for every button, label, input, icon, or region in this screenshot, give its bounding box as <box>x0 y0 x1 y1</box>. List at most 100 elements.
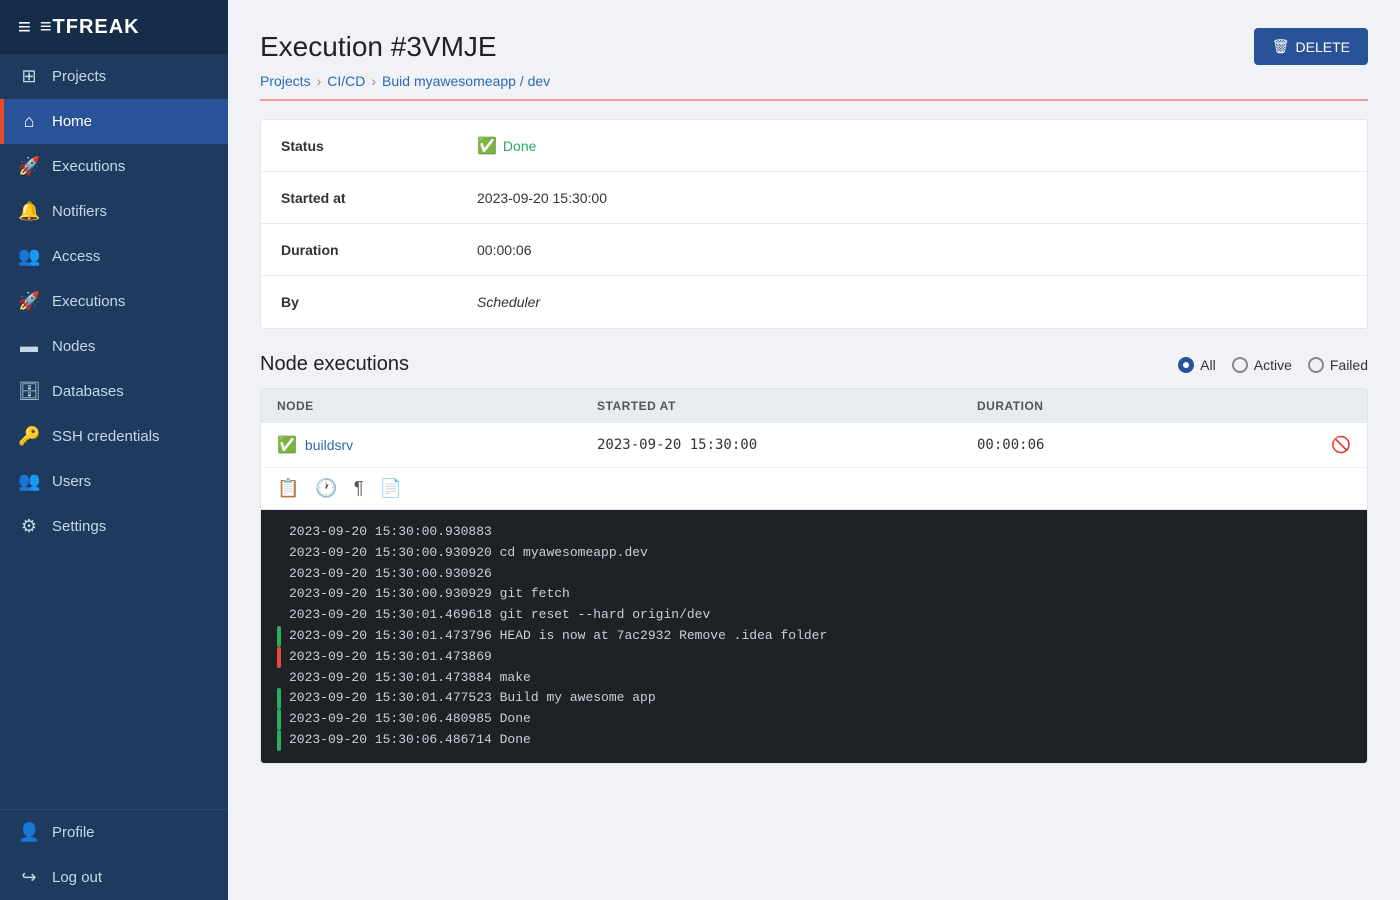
by-value: Scheduler <box>461 280 1367 324</box>
delete-label: DELETE <box>1296 39 1350 55</box>
status-done: ✅ Done <box>477 136 536 156</box>
radio-failed[interactable] <box>1308 357 1324 373</box>
node-done-icon: ✅ <box>277 435 297 455</box>
node-actions: 🚫 <box>1301 435 1351 455</box>
node-table: NODE STARTED AT DURATION ✅ buildsrv 2023… <box>260 388 1368 764</box>
sidebar-item-users[interactable]: 👥 Users <box>0 459 228 504</box>
log-text: 2023-09-20 15:30:00.930929 git fetch <box>289 584 570 605</box>
sidebar-item-settings[interactable]: ⚙ Settings <box>0 504 228 549</box>
sidebar-item-nodes[interactable]: ▬ Nodes <box>0 324 228 369</box>
breadcrumb-divider <box>260 99 1368 101</box>
sidebar-bottom: 👤 Profile ↪ Log out <box>0 809 228 900</box>
sidebar-item-label: Notifiers <box>52 203 107 220</box>
log-text: 2023-09-20 15:30:01.469618 git reset --h… <box>289 605 710 626</box>
section-title: Node executions <box>260 353 409 376</box>
logo-text: ≡TFREAK <box>40 16 140 39</box>
status-value: ✅ Done <box>461 122 1367 170</box>
logout-icon: ↪ <box>18 867 40 888</box>
log-paragraph-icon[interactable]: ¶ <box>354 478 364 499</box>
log-line: 2023-09-20 15:30:06.480985 Done <box>277 709 1351 730</box>
sidebar-item-notifiers[interactable]: 🔔 Notifiers <box>0 189 228 234</box>
log-marker <box>277 584 281 605</box>
notifiers-icon: 🔔 <box>18 201 40 222</box>
sidebar-item-profile[interactable]: 👤 Profile <box>0 810 228 855</box>
sidebar-item-executions[interactable]: 🚀 Executions <box>0 279 228 324</box>
log-text: 2023-09-20 15:30:00.930920 cd myawesomea… <box>289 543 648 564</box>
log-text: 2023-09-20 15:30:01.473796 HEAD is now a… <box>289 626 827 647</box>
filter-active[interactable]: Active <box>1232 357 1292 373</box>
log-output: 2023-09-20 15:30:00.930883 2023-09-20 15… <box>261 510 1367 763</box>
log-marker <box>277 709 281 730</box>
duration-value: 00:00:06 <box>461 228 1367 272</box>
log-marker <box>277 605 281 626</box>
sidebar-item-label: Nodes <box>52 338 95 355</box>
filter-all[interactable]: All <box>1178 357 1216 373</box>
sidebar-item-access[interactable]: 👥 Access <box>0 234 228 279</box>
log-text: 2023-09-20 15:30:06.486714 Done <box>289 730 531 751</box>
sidebar-item-executions-top[interactable]: 🚀 Executions <box>0 144 228 189</box>
eye-slash-icon[interactable]: 🚫 <box>1331 437 1351 454</box>
filter-all-label: All <box>1200 357 1216 373</box>
log-clock-icon[interactable]: 🕐 <box>315 478 337 499</box>
table-row: ✅ buildsrv 2023-09-20 15:30:00 00:00:06 … <box>261 423 1367 468</box>
radio-all[interactable] <box>1178 357 1194 373</box>
sidebar-item-projects[interactable]: ⊞ Projects <box>0 54 228 99</box>
sidebar-item-label: Executions <box>52 293 125 310</box>
sidebar-item-label: Executions <box>52 158 125 175</box>
log-download-icon[interactable]: 📄 <box>380 478 402 499</box>
breadcrumb-sep-2: › <box>371 73 376 89</box>
col-header-started: STARTED AT <box>597 399 977 413</box>
node-name-text[interactable]: buildsrv <box>305 437 353 453</box>
col-header-duration: DURATION <box>977 399 1301 413</box>
sidebar-item-logout[interactable]: ↪ Log out <box>0 855 228 900</box>
app-logo[interactable]: ≡ ≡TFREAK <box>0 0 228 54</box>
info-table: Status ✅ Done Started at 2023-09-20 15:3… <box>260 119 1368 329</box>
log-line: 2023-09-20 15:30:01.473884 make <box>277 668 1351 689</box>
log-text: 2023-09-20 15:30:00.930883 <box>289 522 500 543</box>
sidebar-item-label: Users <box>52 473 91 490</box>
node-duration: 00:00:06 <box>977 437 1301 453</box>
sidebar-item-label: Projects <box>52 68 106 85</box>
delete-button[interactable]: 🗑 DELETE <box>1254 28 1368 65</box>
log-line: 2023-09-20 15:30:01.473796 HEAD is now a… <box>277 626 1351 647</box>
sidebar-item-home[interactable]: ⌂ Home <box>0 99 228 144</box>
log-text: 2023-09-20 15:30:01.473884 make <box>289 668 531 689</box>
log-text: 2023-09-20 15:30:01.473869 <box>289 647 500 668</box>
sidebar-item-label: Log out <box>52 869 102 886</box>
breadcrumb-projects[interactable]: Projects <box>260 73 311 89</box>
filter-failed-label: Failed <box>1330 357 1368 373</box>
status-text: Done <box>503 138 536 154</box>
log-line: 2023-09-20 15:30:01.473869 <box>277 647 1351 668</box>
breadcrumb: Projects › CI/CD › Buid myawesomeapp / d… <box>260 73 1368 89</box>
filter-failed[interactable]: Failed <box>1308 357 1368 373</box>
profile-icon: 👤 <box>18 822 40 843</box>
log-file-icon[interactable]: 📋 <box>277 478 299 499</box>
log-line: 2023-09-20 15:30:00.930920 cd myawesomea… <box>277 543 1351 564</box>
info-row-started: Started at 2023-09-20 15:30:00 <box>261 172 1367 224</box>
log-marker <box>277 522 281 543</box>
sidebar-item-label: Profile <box>52 824 95 841</box>
info-row-status: Status ✅ Done <box>261 120 1367 172</box>
breadcrumb-cicd[interactable]: CI/CD <box>327 73 365 89</box>
page-title: Execution #3VMJE <box>260 31 497 63</box>
log-line: 2023-09-20 15:30:00.930926 <box>277 564 1351 585</box>
radio-active[interactable] <box>1232 357 1248 373</box>
log-marker <box>277 688 281 709</box>
log-line: 2023-09-20 15:30:01.469618 git reset --h… <box>277 605 1351 626</box>
log-line: 2023-09-20 15:30:01.477523 Build my awes… <box>277 688 1351 709</box>
node-name[interactable]: ✅ buildsrv <box>277 435 597 455</box>
log-marker <box>277 647 281 668</box>
ssh-icon: 🔑 <box>18 426 40 447</box>
node-table-header: NODE STARTED AT DURATION <box>261 389 1367 423</box>
sidebar-item-databases[interactable]: 🗄 Databases <box>0 369 228 414</box>
sidebar-item-label: Access <box>52 248 100 265</box>
log-marker <box>277 668 281 689</box>
breadcrumb-build[interactable]: Buid myawesomeapp / dev <box>382 73 550 89</box>
sidebar-item-ssh-credentials[interactable]: 🔑 SSH credentials <box>0 414 228 459</box>
duration-label: Duration <box>261 228 461 272</box>
sidebar-item-label: SSH credentials <box>52 428 160 445</box>
log-marker <box>277 730 281 751</box>
trash-icon: 🗑 <box>1272 38 1290 55</box>
log-marker <box>277 564 281 585</box>
info-row-by: By Scheduler <box>261 276 1367 328</box>
